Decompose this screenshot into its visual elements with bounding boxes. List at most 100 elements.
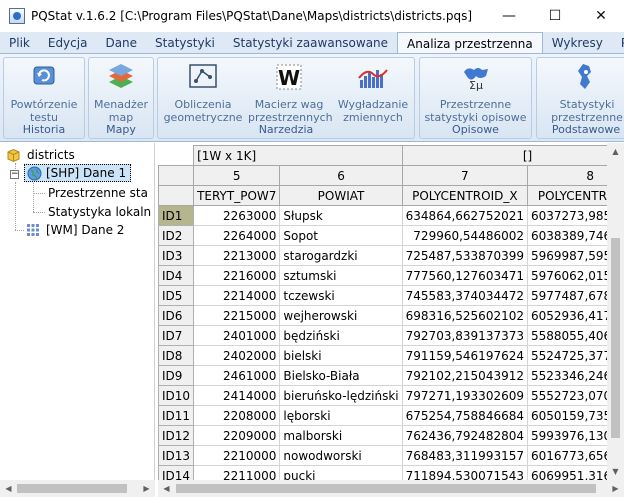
tab-wykresy[interactable]: Wykresy [543, 32, 612, 53]
table-row[interactable]: ID11 2208000 lęborski 675254,758846684 60501… [158, 405, 624, 426]
scroll-left-icon[interactable]: ◀ [0, 480, 17, 497]
tab-plik[interactable]: Plik [0, 32, 39, 53]
tree-item-local-statistic[interactable]: Statystyka lokaln [48, 203, 151, 221]
cell-centroid-x[interactable]: 725487,533870399 [401, 245, 529, 266]
smoothing-button[interactable]: Wygładzanie zmiennych [334, 60, 412, 126]
cell-teryt[interactable]: 2264000 [193, 225, 281, 246]
cell-powiat[interactable]: będziński [279, 325, 403, 346]
column-header[interactable]: POLYCENTROID_X [401, 185, 529, 206]
table-row[interactable]: ID13 2210000 nowodworski 768483,311993157 60… [158, 445, 624, 466]
row-header[interactable]: ID9 [158, 365, 195, 386]
column-number[interactable]: 5 [193, 165, 281, 186]
close-button[interactable]: ✕ [578, 0, 624, 32]
cell-teryt[interactable]: 2216000 [193, 265, 281, 286]
scroll-down-icon[interactable]: ▼ [607, 463, 624, 480]
tab-edycja[interactable]: Edycja [39, 32, 97, 53]
cell-powiat[interactable]: Słupsk [279, 205, 403, 226]
cell-powiat[interactable]: tczewski [279, 285, 403, 306]
cell-teryt[interactable]: 2208000 [193, 405, 281, 426]
cell-teryt[interactable]: 2402000 [193, 345, 281, 366]
cell-teryt[interactable]: 2401000 [193, 325, 281, 346]
spatial-descriptive-button[interactable]: Σμ Przestrzenne statystyki opisowe [422, 60, 529, 126]
cell-teryt[interactable]: 2214000 [193, 285, 281, 306]
tab-dane[interactable]: Dane [96, 32, 146, 53]
grid-vscroll-thumb[interactable] [611, 238, 620, 438]
tree-scroll-thumb[interactable] [17, 484, 127, 493]
repeat-test-button[interactable]: Powtórzenie testu [6, 60, 82, 126]
cell-powiat[interactable]: malborski [279, 425, 403, 446]
row-header[interactable]: ID1 [158, 205, 195, 226]
cell-teryt[interactable]: 2213000 [193, 245, 281, 266]
column-number[interactable]: 7 [401, 165, 529, 186]
cell-powiat[interactable]: wejherowski [279, 305, 403, 326]
scroll-up-icon[interactable]: ▲ [607, 143, 624, 160]
column-header[interactable]: POWIAT [279, 185, 403, 206]
cell-powiat[interactable]: sztumski [279, 265, 403, 286]
cell-powiat[interactable]: nowodworski [279, 445, 403, 466]
table-row[interactable]: ID7 2401000 będziński 792703,839137373 55880… [158, 325, 624, 346]
spatial-statistics-button[interactable]: Statystyki przestrzenne [539, 60, 624, 126]
row-header[interactable]: ID3 [158, 245, 195, 266]
scroll-right-icon[interactable]: ▶ [607, 480, 624, 497]
cell-teryt[interactable]: 2209000 [193, 425, 281, 446]
cell-teryt[interactable]: 2461000 [193, 365, 281, 386]
row-header[interactable]: ID11 [158, 405, 195, 426]
row-header[interactable]: ID13 [158, 445, 195, 466]
cell-teryt[interactable]: 2414000 [193, 385, 281, 406]
grid-horizontal-scrollbar[interactable]: ◀ ▶ [158, 480, 624, 497]
table-row[interactable]: ID3 2213000 starogardzki 725487,533870399 59… [158, 245, 624, 266]
column-header[interactable]: TERYT_POW7 [193, 185, 281, 206]
cell-powiat[interactable]: bielski [279, 345, 403, 366]
row-header[interactable]: ID2 [158, 225, 195, 246]
grid-vertical-scrollbar[interactable]: ▲ ▼ [607, 143, 624, 480]
row-header[interactable]: ID8 [158, 345, 195, 366]
cell-centroid-x[interactable]: 797271,193302609 [401, 385, 529, 406]
tab-pomoc[interactable]: Pomo [612, 32, 624, 53]
row-header[interactable]: ID5 [158, 285, 195, 306]
cell-centroid-x[interactable]: 745583,374034472 [401, 285, 529, 306]
cell-centroid-x[interactable]: 698316,525602102 [401, 305, 529, 326]
cell-teryt[interactable]: 2210000 [193, 445, 281, 466]
scroll-left-icon[interactable]: ◀ [158, 480, 175, 497]
grid-hscroll-thumb[interactable] [176, 484, 596, 493]
table-row[interactable]: ID4 2216000 sztumski 777560,127603471 597606… [158, 265, 624, 286]
table-row[interactable]: ID8 2402000 bielski 791159,546197624 5524725… [158, 345, 624, 366]
tab-statystyki[interactable]: Statystyki [146, 32, 224, 53]
tree-item-wm-dane-2[interactable]: [WM] Dane 2 [26, 221, 124, 239]
cell-powiat[interactable]: lęborski [279, 405, 403, 426]
cell-centroid-x[interactable]: 792703,839137373 [401, 325, 529, 346]
table-row[interactable]: ID6 2215000 wejherowski 698316,525602102 605… [158, 305, 624, 326]
tree-item-shp-dane-1[interactable]: [SHP] Dane 1 [24, 164, 132, 182]
cell-centroid-x[interactable]: 768483,311993157 [401, 445, 529, 466]
row-header[interactable]: ID6 [158, 305, 195, 326]
tree-item-spatial-descriptive[interactable]: Przestrzenne sta [48, 184, 148, 202]
cell-powiat[interactable]: bieruńsko-lędziński [279, 385, 403, 406]
cell-teryt[interactable]: 2215000 [193, 305, 281, 326]
cell-powiat[interactable]: Sopot [279, 225, 403, 246]
row-header[interactable]: ID7 [158, 325, 195, 346]
table-row[interactable]: ID5 2214000 tczewski 745583,374034472 597748… [158, 285, 624, 306]
cell-powiat[interactable]: starogardzki [279, 245, 403, 266]
row-header[interactable]: ID12 [158, 425, 195, 446]
minimize-button[interactable]: — [486, 0, 532, 32]
table-row[interactable]: ID12 2209000 malborski 762436,792482804 5993… [158, 425, 624, 446]
scroll-right-icon[interactable]: ▶ [138, 480, 155, 497]
cell-centroid-x[interactable]: 762436,792482804 [401, 425, 529, 446]
tab-statystyki-zaawansowane[interactable]: Statystyki zaawansowane [224, 32, 397, 53]
table-row[interactable]: ID9 2461000 Bielsko-Biała 792102,215043912 5… [158, 365, 624, 386]
cell-centroid-x[interactable]: 792102,215043912 [401, 365, 529, 386]
table-row[interactable]: ID2 2264000 Sopot 729960,54486002 6038389,74… [158, 225, 624, 246]
cell-centroid-x[interactable]: 634864,662752021 [401, 205, 529, 226]
map-manager-button[interactable]: Menadżer map [91, 60, 151, 126]
cell-powiat[interactable]: Bielsko-Biała [279, 365, 403, 386]
table-row[interactable]: ID10 2414000 bieruńsko-lędziński 797271,193… [158, 385, 624, 406]
row-header[interactable]: ID10 [158, 385, 195, 406]
cell-centroid-x[interactable]: 729960,54486002 [401, 225, 529, 246]
row-header[interactable]: ID4 [158, 265, 195, 286]
tree-root-districts[interactable]: districts [6, 146, 75, 164]
cell-centroid-x[interactable]: 791159,546197624 [401, 345, 529, 366]
cell-centroid-x[interactable]: 675254,758846684 [401, 405, 529, 426]
tree-collapse-toggle[interactable]: − [10, 170, 19, 179]
column-number[interactable]: 6 [279, 165, 403, 186]
cell-centroid-x[interactable]: 777560,127603471 [401, 265, 529, 286]
